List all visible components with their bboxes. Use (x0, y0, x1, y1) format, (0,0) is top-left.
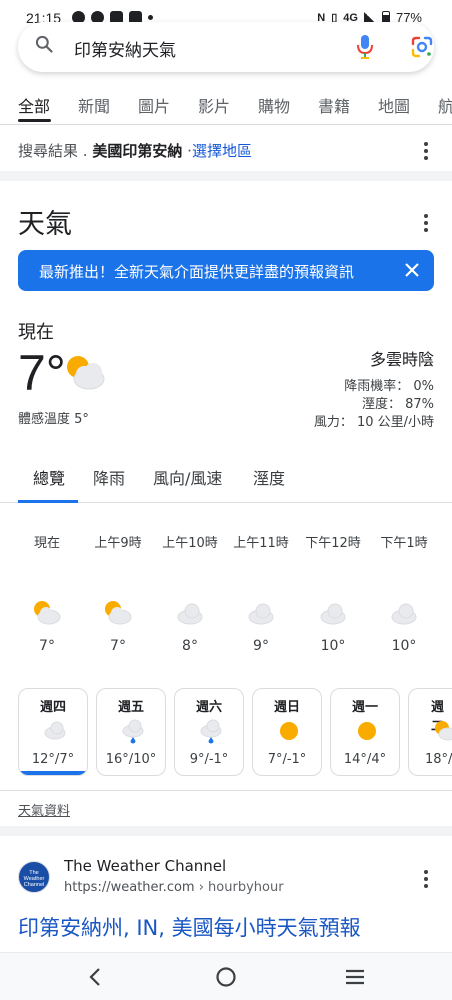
tab-wind[interactable]: 風向/風速 (153, 465, 222, 489)
weather-more-options-icon[interactable] (424, 214, 428, 232)
active-weather-tab-indicator (18, 500, 78, 503)
home-icon[interactable] (215, 965, 237, 989)
result-url-domain: https://weather.com (64, 880, 195, 895)
microphone-icon[interactable] (356, 34, 374, 60)
precipitation: 降雨機率： 0% (344, 379, 434, 394)
feels-like: 體感溫度 5° (18, 412, 89, 427)
section-separator (0, 826, 452, 836)
back-icon[interactable] (85, 965, 105, 989)
hour-label: 下午1時 (380, 536, 428, 551)
hour-temp: 10° (392, 638, 417, 654)
tab-humidity[interactable]: 溼度 (253, 465, 285, 489)
humidity: 溼度： 87% (361, 397, 434, 412)
rain-icon (200, 719, 222, 744)
day-range: 16°/10° (105, 752, 157, 767)
weather-source-link[interactable]: 天氣資料 (18, 800, 70, 819)
result-url[interactable]: https://weather.com › hourbyhour (64, 880, 284, 895)
search-tabs: 全部 新聞 圖片 影片 購物 書籍 地圖 航 (0, 88, 452, 122)
hour-temp: 10° (321, 638, 346, 654)
tab-videos[interactable]: 影片 (198, 93, 230, 117)
region-info: 搜尋結果 . 美國印第安納 ·選擇地區 (18, 140, 252, 161)
tab-maps[interactable]: 地圖 (378, 93, 410, 117)
day-card[interactable]: 週日 7°/-1° (252, 688, 322, 776)
more-notifications-icon (148, 15, 153, 20)
close-icon[interactable] (402, 260, 422, 280)
now-label: 現在 (18, 322, 54, 343)
tab-images[interactable]: 圖片 (138, 93, 170, 117)
result-site-name[interactable]: The Weather Channel (64, 857, 226, 875)
result-url-breadcrumb: › hourbyhour (198, 880, 284, 895)
day-card[interactable]: 週六 9°/-1° (174, 688, 244, 776)
hour-temp: 9° (253, 638, 269, 654)
google-lens-icon[interactable] (410, 35, 434, 59)
recent-apps-icon[interactable] (344, 965, 366, 989)
result-title-link[interactable]: 印第安納州, IN, 美國每小時天氣預報 (18, 912, 361, 942)
active-tab-indicator (18, 119, 51, 122)
day-card[interactable]: 週四 12°/7° (18, 688, 88, 776)
cloudy-icon (391, 603, 417, 625)
search-bar[interactable]: 印第安納天氣 (18, 22, 434, 72)
selected-day-indicator (19, 771, 87, 775)
hour-temp: 8° (182, 638, 198, 654)
day-card[interactable]: 週二 18°/ (408, 688, 452, 776)
partly-cloudy-icon (34, 601, 61, 625)
tab-shopping[interactable]: 購物 (258, 93, 290, 117)
result-more-options-icon[interactable] (424, 870, 428, 888)
choose-region-link[interactable]: 選擇地區 (192, 142, 252, 160)
partly-cloudy-icon (105, 601, 132, 625)
hour-label: 下午12時 (305, 536, 361, 551)
day-card[interactable]: 週五 16°/10° (96, 688, 166, 776)
weather-title: 天氣 (18, 209, 72, 240)
cloudy-icon (248, 603, 274, 625)
partly-cloudy-icon (435, 721, 452, 741)
day-range: 7°/-1° (267, 752, 307, 767)
banner-text: 最新推出！全新天氣介面提供更詳盡的預報資訊 (39, 263, 355, 281)
sunny-icon (280, 722, 298, 740)
day-card[interactable]: 週一 14°/4° (330, 688, 400, 776)
hourly-icons-and-temps: 7° 7° 8° 9° 10° 10° (34, 601, 417, 654)
tab-flights[interactable]: 航 (438, 93, 452, 117)
weather-channel-logo: The Weather Channel (18, 861, 50, 893)
hour-label: 上午9時 (94, 536, 142, 551)
day-range: 12°/7° (31, 752, 75, 767)
sunny-icon (358, 722, 376, 740)
day-name: 週六 (195, 700, 222, 715)
region-location: 美國印第安納 (92, 142, 183, 160)
hour-label: 上午11時 (233, 536, 289, 551)
section-separator (0, 171, 452, 181)
day-name: 週一 (351, 700, 378, 715)
cloudy-icon (44, 721, 66, 740)
tab-books[interactable]: 書籍 (318, 93, 350, 117)
day-name: 週日 (273, 700, 300, 715)
cloudy-icon (177, 603, 203, 625)
divider (0, 790, 452, 791)
search-icon[interactable] (34, 34, 54, 54)
tab-all[interactable]: 全部 (18, 93, 50, 117)
tab-overview[interactable]: 總覽 (33, 465, 65, 489)
new-weather-banner[interactable]: 最新推出！全新天氣介面提供更詳盡的預報資訊 (18, 250, 434, 291)
hour-label: 上午10時 (162, 536, 218, 551)
day-name: 週四 (39, 700, 66, 715)
wind: 風力： 10 公里/小時 (313, 415, 434, 430)
region-prefix: 搜尋結果 (18, 142, 79, 160)
region-dot: . (82, 142, 88, 160)
weather-condition: 多雲時陰 (369, 350, 434, 369)
rain-icon (122, 719, 144, 744)
day-range: 18°/ (425, 752, 452, 767)
day-name: 週五 (117, 700, 144, 715)
hour-temp: 7° (39, 638, 55, 654)
more-options-icon[interactable] (424, 142, 428, 160)
day-range: 9°/-1° (189, 752, 229, 767)
day-range: 14°/4° (343, 752, 387, 767)
cloudy-icon (320, 603, 346, 625)
tab-news[interactable]: 新聞 (78, 93, 110, 117)
divider (0, 124, 452, 125)
search-input[interactable]: 印第安納天氣 (74, 36, 176, 61)
hour-temp: 7° (110, 638, 126, 654)
system-navigation-bar (0, 952, 452, 1000)
partly-cloudy-icon (67, 356, 105, 390)
tab-precipitation[interactable]: 降雨 (93, 465, 125, 489)
hour-label: 現在 (33, 536, 60, 551)
current-temperature: 7° (18, 345, 66, 401)
